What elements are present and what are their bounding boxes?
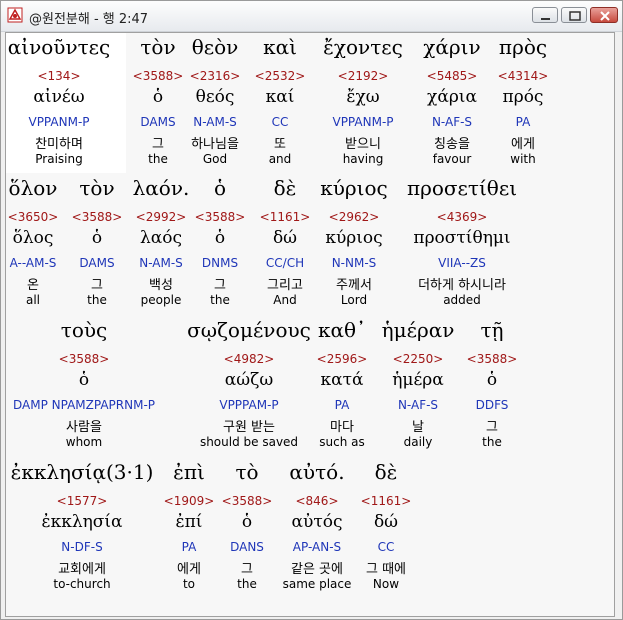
window-title: @원전분해 - 행 2:47 [29, 12, 149, 27]
strong-number: <1161> [360, 494, 412, 508]
maximize-icon [569, 11, 581, 21]
korean-gloss: 그 [486, 420, 498, 435]
parsing-code: VIIA--ZS [438, 256, 486, 270]
parsing-code: DAMP NPAMZPAPRNM-P [12, 398, 156, 412]
word-entry[interactable]: προσετίθει <4369> προστίθημι VIIA--ZS 더하게 하시… [387, 176, 537, 312]
korean-gloss: 에게 [511, 137, 535, 152]
close-button[interactable] [590, 7, 618, 23]
korean-gloss: 그 때에 [365, 562, 406, 577]
minimize-button[interactable] [532, 7, 558, 23]
english-gloss: added [443, 293, 481, 307]
lemma: δώ [373, 512, 399, 532]
strong-number: <4369> [436, 210, 488, 224]
korean-gloss: 사람을 [66, 420, 102, 435]
greek-word: δὲ [374, 460, 398, 484]
greek-word: πρὸς [498, 35, 548, 59]
korean-gloss: 더하게 하시니라 [418, 278, 506, 293]
greek-word: τοὺς [60, 318, 108, 342]
lemma: ὁ [78, 370, 90, 390]
interlinear-panel[interactable]: αἰνοῦντες <134> αἰνέω VPPANM-P 찬미하며 Praising τ… [5, 32, 615, 617]
english-gloss: the [482, 435, 502, 449]
strong-number: <3588> [58, 352, 110, 366]
word-entry[interactable]: πρὸς <4314> πρός PA 에게 with [448, 35, 598, 171]
parsing-code: CC [377, 540, 395, 554]
close-icon [600, 11, 610, 21]
greek-word: τῇ [480, 318, 504, 342]
greek-word: προσετίθει [406, 176, 518, 200]
lemma: ὁ [486, 370, 498, 390]
strong-number: <3588> [466, 352, 518, 366]
english-gloss: whom [65, 435, 103, 449]
word-entry[interactable]: τοὺς <3588> ὁ DAMP NPAMZPAPRNM-P 사람을 whom [9, 318, 159, 454]
parsing-code: PA [515, 115, 531, 129]
lemma: προστίθημι [413, 228, 511, 248]
word-entry[interactable]: τῇ <3588> ὁ DDFS 그 the [417, 318, 567, 454]
parsing-code: DDFS [475, 398, 509, 412]
title-bar[interactable]: @원전분해 - 행 2:47 [1, 1, 622, 32]
strong-number: <4314> [497, 69, 549, 83]
app-logo-icon [7, 7, 23, 23]
lemma: πρός [502, 87, 544, 107]
maximize-button[interactable] [561, 7, 587, 23]
english-gloss: with [510, 152, 536, 166]
app-window: @원전분해 - 행 2:47 αἰνοῦντες <134> αἰνέω VPPANM… [0, 0, 623, 620]
word-entry[interactable]: δὲ <1161> δώ CC 그 때에 Now [311, 460, 461, 596]
minimize-icon [541, 18, 550, 20]
english-gloss: Now [372, 577, 400, 591]
